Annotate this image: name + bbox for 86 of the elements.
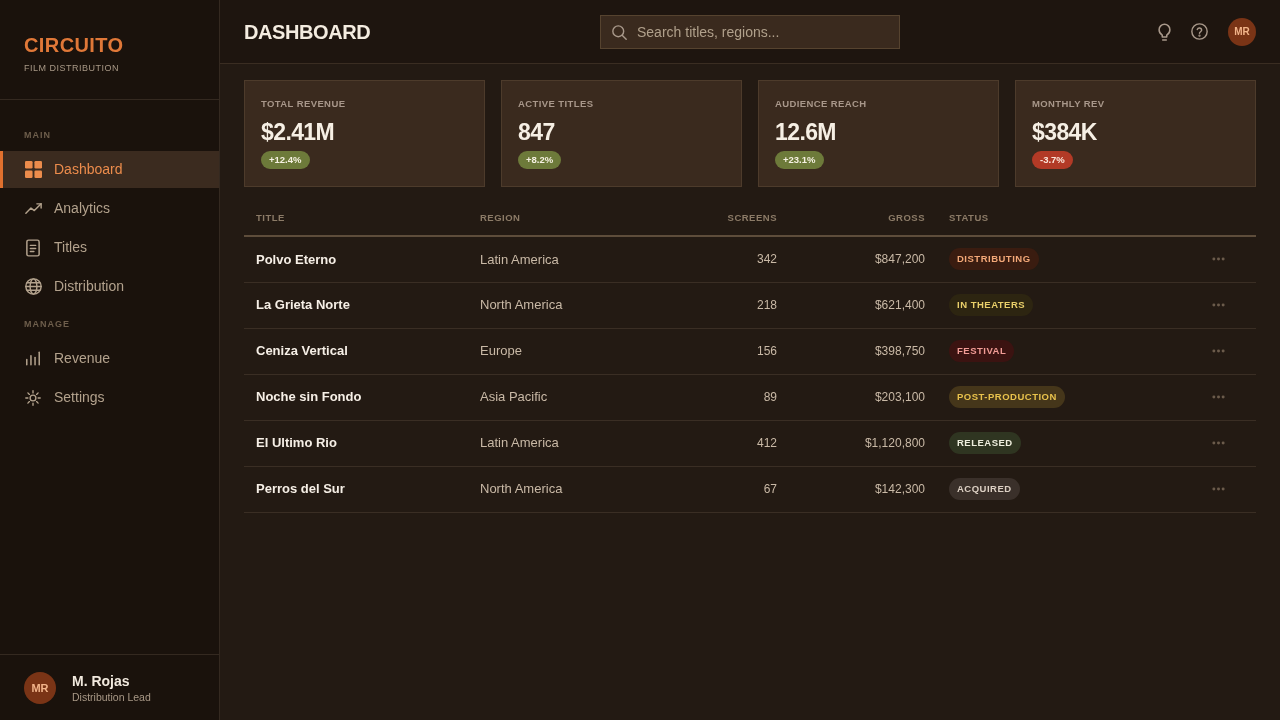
status-tag: POST-PRODUCTION [949,386,1065,408]
tips-button[interactable] [1158,22,1171,41]
table-cell: 156 [668,328,789,374]
table-cell: 67 [668,466,789,512]
change-badge: +12.4% [261,151,310,169]
stat-value: 12.6M [775,118,836,147]
status-tag: IN THEATERS [949,294,1034,316]
row-menu-button[interactable] [1212,349,1225,353]
settings-icon [25,389,41,406]
user-avatar[interactable]: MR [1228,17,1256,46]
change-badge: +23.1% [775,151,824,169]
trend-up-icon [24,203,42,214]
brand-tagline: FILM DISTRIBUTION [24,63,119,74]
user-avatar: MR [24,672,56,704]
row-menu-button[interactable] [1212,395,1225,399]
lightbulb-icon [1158,22,1171,41]
status-tag: FESTIVAL [949,340,1015,362]
globe-icon [24,278,42,295]
change-badge: +8.2% [518,151,562,169]
section-label: MAIN [24,129,51,142]
table-cell: El Ultimo Rio [244,420,468,466]
user-name: M. Rojas [72,672,130,690]
nav-item[interactable]: Revenue [0,340,219,377]
nav-item[interactable]: Titles [0,229,219,266]
table-cell: Noche sin Fondo [244,374,468,420]
table-cell: $847,200 [789,236,937,282]
column-header: TITLE [244,202,468,236]
document-icon [26,238,40,257]
status-tag: ACQUIRED [949,478,1020,500]
nav-item[interactable]: Dashboard [0,151,219,188]
stat-label: TOTAL REVENUE [261,98,346,110]
table-cell: North America [468,466,668,512]
stat-value: $2.41M [261,118,335,147]
table-cell: $621,400 [789,282,937,328]
user-role: Distribution Lead [72,689,151,704]
grid-icon [24,161,42,178]
change-badge: -3.7% [1032,151,1073,169]
row-menu-button[interactable] [1212,487,1225,491]
page-title: DASHBOARD [244,19,371,44]
table-cell: North America [468,282,668,328]
stat-label: MONTHLY REV [1032,98,1105,110]
table-cell: Asia Pacific [468,374,668,420]
table-cell: Europe [468,328,668,374]
bar-chart-icon [25,351,41,366]
table-cell: Polvo Eterno [244,236,468,282]
table-cell: Perros del Sur [244,466,468,512]
stat-label: ACTIVE TITLES [518,98,594,110]
stat-label: AUDIENCE REACH [775,98,867,110]
table-cell: $203,100 [789,374,937,420]
search-icon [612,24,627,40]
column-header: REGION [468,202,668,236]
table-cell: $398,750 [789,328,937,374]
stat-value: 847 [518,118,555,147]
table-cell: 342 [668,236,789,282]
nav-item[interactable]: Settings [0,379,219,416]
table-cell: Ceniza Vertical [244,328,468,374]
status-tag: DISTRIBUTING [949,248,1039,271]
more-icon [1212,395,1225,399]
column-header: GROSS [789,202,937,236]
table-cell: Latin America [468,236,668,282]
table-cell: La Grieta Norte [244,282,468,328]
more-icon [1212,257,1225,262]
nav-item[interactable]: Analytics [0,190,219,227]
table-cell: 89 [668,374,789,420]
column-header: STATUS [937,202,1186,236]
more-icon [1212,487,1225,491]
more-icon [1212,349,1225,353]
table-cell: 412 [668,420,789,466]
table-cell: Latin America [468,420,668,466]
column-header: SCREENS [668,202,789,236]
nav-item[interactable]: Distribution [0,268,219,305]
row-menu-button[interactable] [1212,441,1225,445]
brand-name: CIRCUITO [24,34,124,56]
row-menu-button[interactable] [1212,257,1225,262]
section-label: MANAGE [24,318,70,331]
table-cell: $1,120,800 [789,420,937,466]
search-field[interactable]: Search titles, regions... [600,14,900,49]
help-icon [1191,23,1208,40]
table-cell: 218 [668,282,789,328]
table-cell: $142,300 [789,466,937,512]
status-tag: RELEASED [949,432,1021,454]
help-button[interactable] [1191,23,1208,40]
stat-value: $384K [1032,118,1097,147]
row-menu-button[interactable] [1212,303,1225,307]
more-icon [1212,303,1225,307]
more-icon [1212,441,1225,445]
